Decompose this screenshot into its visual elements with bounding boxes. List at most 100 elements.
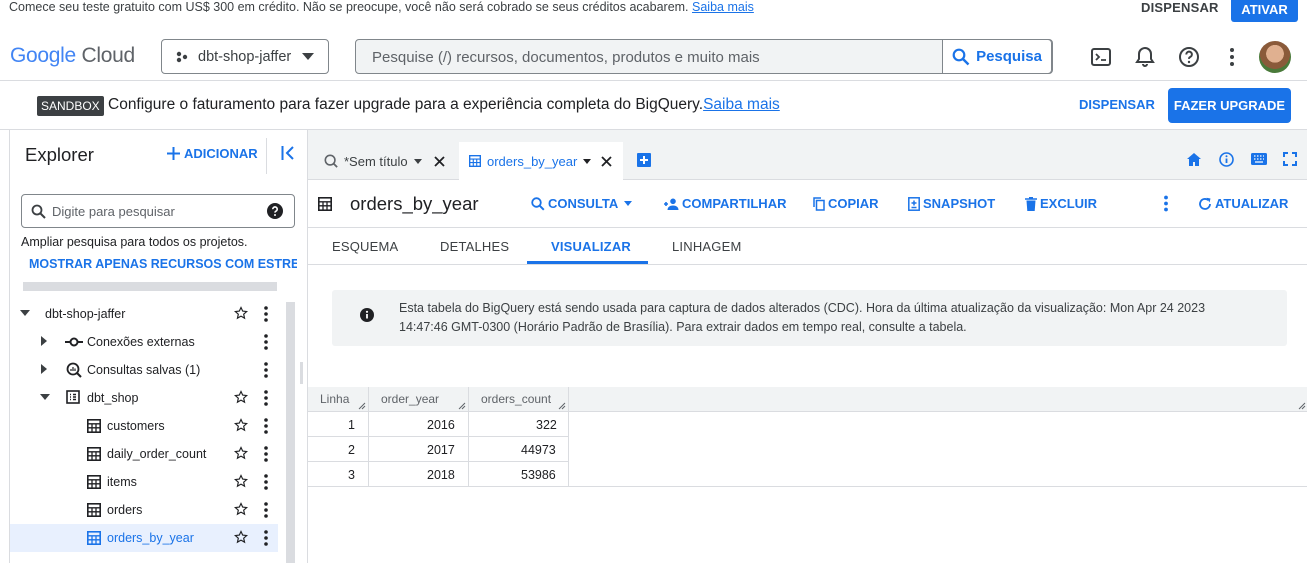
tree-item-label: daily_order_count: [107, 447, 207, 461]
tree-item-table[interactable]: items: [10, 468, 278, 496]
tab-schema[interactable]: ESQUEMA: [332, 239, 398, 254]
add-button[interactable]: ADICIONAR: [167, 146, 258, 161]
column-header-order-year[interactable]: order_year: [381, 392, 439, 406]
search-button[interactable]: Pesquisa: [942, 39, 1052, 74]
delete-button[interactable]: EXCLUIR: [1025, 196, 1097, 211]
more-actions-icon[interactable]: [263, 530, 269, 546]
global-search-input[interactable]: Pesquise (/) recursos, documentos, produ…: [355, 39, 1053, 74]
promo-learn-more-link[interactable]: Saiba mais: [692, 0, 754, 14]
table-detail-toolbar: orders_by_year CONSULTA COMPARTILHAR COP…: [308, 180, 1307, 228]
more-options-icon[interactable]: [1228, 46, 1236, 68]
keyboard-icon[interactable]: [1251, 153, 1267, 165]
cloud-shell-icon[interactable]: [1090, 46, 1112, 68]
tree-item-label: orders_by_year: [107, 531, 194, 545]
star-icon[interactable]: [234, 306, 248, 320]
more-actions-icon[interactable]: [263, 306, 269, 322]
more-actions-icon[interactable]: [263, 474, 269, 490]
collapse-arrow-icon[interactable]: [40, 394, 50, 400]
resize-handle[interactable]: [300, 362, 303, 384]
resize-handle-icon[interactable]: [358, 402, 366, 410]
share-button[interactable]: COMPARTILHAR: [662, 196, 786, 211]
notifications-icon[interactable]: [1135, 46, 1155, 68]
tree-item-table[interactable]: customers: [10, 412, 278, 440]
more-actions-icon[interactable]: [263, 362, 269, 378]
copy-button[interactable]: COPIAR: [813, 196, 879, 211]
fullscreen-icon[interactable]: [1283, 152, 1297, 166]
tree-item-project[interactable]: dbt-shop-jaffer: [10, 300, 278, 328]
help-icon[interactable]: [267, 203, 283, 219]
more-actions-icon[interactable]: [263, 334, 269, 350]
delete-icon: [1025, 196, 1037, 211]
star-icon[interactable]: [234, 530, 248, 544]
resize-handle-icon[interactable]: [458, 402, 466, 410]
user-avatar[interactable]: [1259, 41, 1291, 73]
tree-item-table-selected[interactable]: orders_by_year: [10, 524, 278, 552]
refresh-button[interactable]: ATUALIZAR: [1198, 196, 1288, 211]
tree-item-label: Conexões externas: [87, 335, 195, 349]
sandbox-learn-more-link[interactable]: Saiba mais: [703, 96, 780, 113]
top-header: Google Cloud dbt-shop-jaffer Pesquise (/…: [0, 34, 1307, 80]
tab-preview[interactable]: VISUALIZAR: [551, 239, 631, 254]
upgrade-button[interactable]: FAZER UPGRADE: [1168, 88, 1291, 123]
more-actions-icon[interactable]: [263, 446, 269, 462]
tree-item-table[interactable]: orders: [10, 496, 278, 524]
more-actions-icon[interactable]: [263, 418, 269, 434]
detail-subtabs: ESQUEMA DETALHES VISUALIZAR LINHAGEM: [308, 228, 1307, 265]
tab-orders-by-year[interactable]: orders_by_year: [459, 142, 623, 180]
star-icon[interactable]: [234, 446, 248, 460]
tree-item-label: dbt-shop-jaffer: [45, 307, 126, 321]
query-button[interactable]: CONSULTA: [531, 196, 633, 211]
more-actions-icon[interactable]: [263, 502, 269, 518]
collapse-arrow-icon[interactable]: [20, 310, 30, 316]
table-icon: [87, 503, 101, 517]
search-placeholder: Pesquise (/) recursos, documentos, produ…: [372, 49, 760, 66]
close-icon[interactable]: [601, 155, 612, 167]
snapshot-button[interactable]: SNAPSHOT: [908, 196, 995, 211]
help-icon[interactable]: [1178, 46, 1200, 68]
tree-item-dataset[interactable]: dbt_shop: [10, 384, 278, 412]
tab-details[interactable]: DETALHES: [440, 239, 509, 254]
tree-item-table[interactable]: daily_order_count: [10, 440, 278, 468]
more-options-icon[interactable]: [1163, 195, 1169, 212]
close-icon[interactable]: [433, 155, 445, 167]
cell-orders-count: 44973: [521, 443, 556, 457]
logo-cloud-text: Cloud: [81, 44, 135, 67]
home-icon[interactable]: [1187, 153, 1201, 166]
collapse-panel-icon[interactable]: [281, 145, 295, 161]
new-tab-icon[interactable]: [637, 153, 651, 167]
star-icon[interactable]: [234, 390, 248, 404]
sandbox-dismiss-button[interactable]: DISPENSAR: [1079, 97, 1155, 112]
tab-untitled[interactable]: *Sem título: [324, 142, 445, 180]
more-actions-icon[interactable]: [263, 390, 269, 406]
resize-handle-icon[interactable]: [558, 402, 566, 410]
resize-handle-icon[interactable]: [1298, 402, 1306, 410]
table-row: 1 2016 322: [308, 412, 569, 437]
chevron-down-icon[interactable]: [583, 158, 592, 164]
tree-item-external-connections[interactable]: Conexões externas: [10, 328, 278, 356]
info-icon[interactable]: [1219, 152, 1234, 167]
promo-dismiss-button[interactable]: DISPENSAR: [1141, 0, 1219, 15]
show-starred-link[interactable]: MOSTRAR APENAS RECURSOS COM ESTRELA: [29, 257, 297, 271]
tab-lineage[interactable]: LINHAGEM: [672, 239, 742, 254]
column-header-orders-count[interactable]: orders_count: [481, 392, 551, 406]
google-cloud-logo[interactable]: Google Cloud: [10, 44, 135, 68]
snapshot-icon: [908, 196, 920, 211]
info-icon: [360, 308, 374, 322]
activate-button[interactable]: ATIVAR: [1231, 0, 1298, 22]
chevron-down-icon[interactable]: [413, 158, 422, 164]
explorer-search-input[interactable]: Digite para pesquisar: [21, 194, 295, 228]
tree-item-saved-queries[interactable]: Consultas salvas (1): [10, 356, 278, 384]
notice-message: Esta tabela do BigQuery está sendo usada…: [399, 299, 1259, 337]
vertical-scrollbar[interactable]: [286, 302, 295, 563]
star-icon[interactable]: [234, 502, 248, 516]
expand-arrow-icon[interactable]: [41, 364, 47, 374]
cell-orders-count: 53986: [521, 468, 556, 482]
expand-arrow-icon[interactable]: [41, 336, 47, 346]
query-icon: [324, 154, 338, 168]
promo-message: Comece seu teste gratuito com US$ 300 em…: [9, 0, 689, 14]
star-icon[interactable]: [234, 474, 248, 488]
horizontal-scrollbar[interactable]: [23, 282, 277, 291]
project-selector[interactable]: dbt-shop-jaffer: [161, 39, 329, 74]
active-tab-indicator: [527, 261, 648, 264]
star-icon[interactable]: [234, 418, 248, 432]
